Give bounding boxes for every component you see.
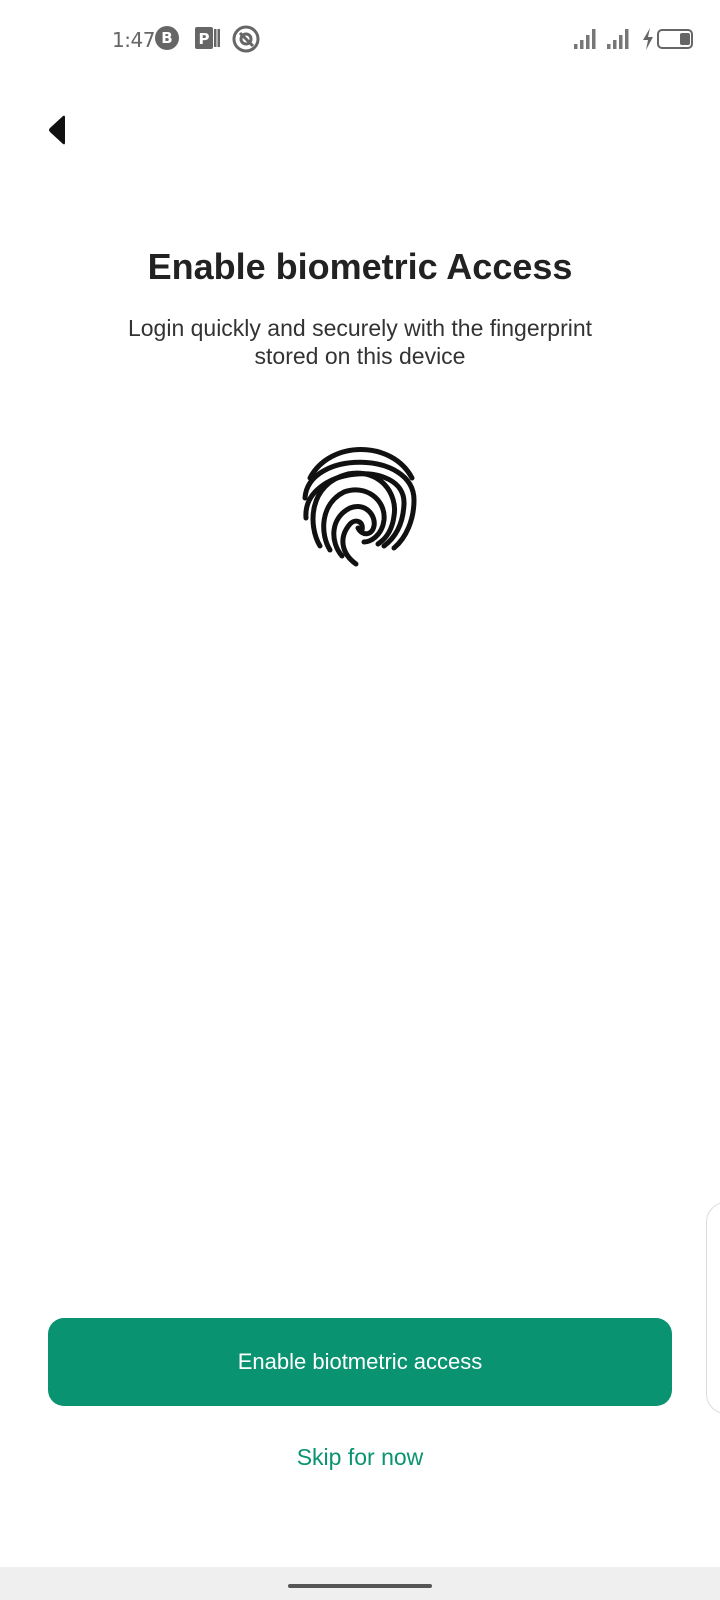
- signal-2-icon: [607, 28, 633, 55]
- home-indicator[interactable]: [288, 1584, 432, 1588]
- biometric-setup-screen: 1:47 B P Enable biometric Access Login q…: [0, 0, 720, 1600]
- svg-text:P: P: [199, 30, 210, 48]
- parking-icon: P: [194, 25, 220, 56]
- page-title: Enable biometric Access: [147, 246, 573, 287]
- navigation-bar: [0, 1567, 720, 1600]
- side-edge-handle[interactable]: [706, 1202, 720, 1414]
- fingerprint-icon: [300, 438, 422, 568]
- battery-icon: [657, 29, 695, 54]
- back-button[interactable]: [36, 110, 80, 154]
- back-arrow-icon: [47, 115, 69, 150]
- app-q-icon: [232, 25, 260, 58]
- status-time: 1:47: [112, 28, 155, 52]
- b-badge-icon: B: [154, 25, 180, 56]
- svg-text:B: B: [161, 29, 172, 47]
- charging-icon: [641, 28, 655, 55]
- status-bar: 1:47 B P: [0, 0, 720, 80]
- enable-biometric-button[interactable]: Enable biotmetric access: [48, 1318, 672, 1406]
- signal-1-icon: [574, 28, 600, 55]
- skip-for-now-link[interactable]: Skip for now: [0, 1444, 720, 1471]
- page-subtitle: Login quickly and securely with the fing…: [127, 315, 593, 369]
